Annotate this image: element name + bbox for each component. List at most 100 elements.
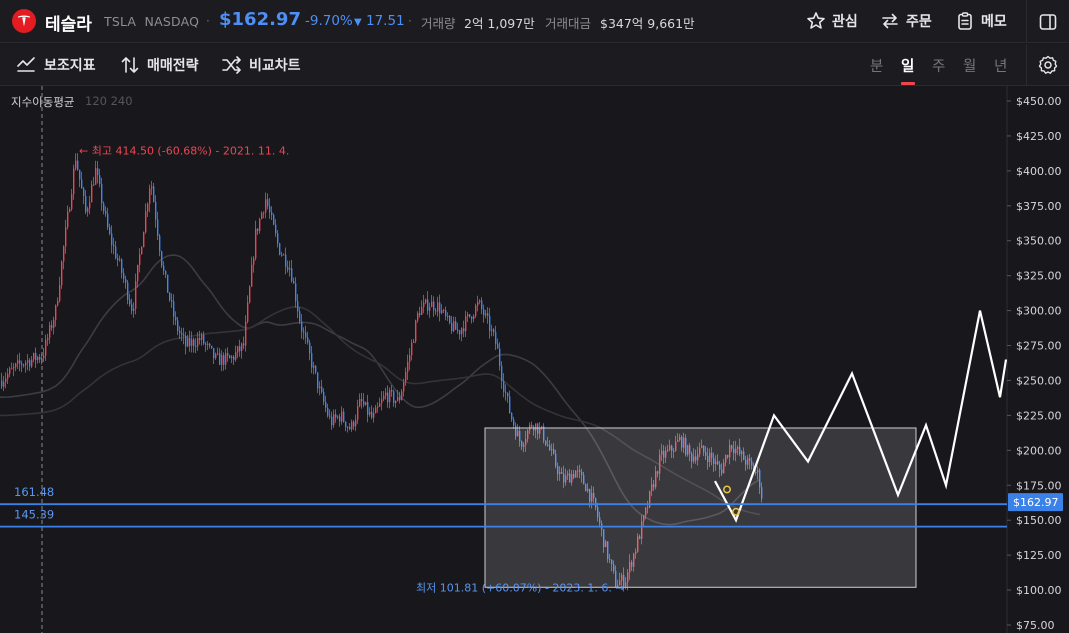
candle [379,403,381,407]
candle [227,353,229,356]
indicator-label[interactable]: 지수이동평균 [11,94,74,110]
candle [439,302,441,314]
candle [405,372,407,383]
candle [229,355,231,359]
chart-settings-button[interactable] [1026,44,1069,86]
candle [209,343,211,346]
candle [319,386,321,389]
candle [357,406,359,420]
candle [261,213,263,219]
current-price: $162.97 [219,9,301,30]
candle [443,310,445,312]
candle [509,396,511,413]
strategy-button[interactable]: 매매전략 [120,55,199,75]
candle [199,338,201,340]
tesla-logo-icon [12,9,36,33]
period-minute[interactable]: 분 [870,55,883,76]
candle [341,411,343,422]
candle [187,338,189,347]
candle [295,283,297,302]
candle [71,194,73,210]
candle [291,268,293,282]
candle [417,313,419,321]
candle [125,278,127,283]
candle [97,168,99,176]
candle [267,199,269,207]
watchlist-button[interactable]: 관심 [806,10,858,32]
candle [223,355,225,365]
sidebar-toggle-button[interactable] [1026,0,1069,43]
period-week[interactable]: 주 [932,55,945,76]
candle [127,282,129,300]
stock-ticker: TSLA NASDAQ [104,14,200,29]
order-button[interactable]: 주문 [880,10,932,32]
price-chart[interactable]: 161.48 145.39 ← 최고 414.50 (-60.68%) - 2021… [0,86,1069,633]
indicators-button[interactable]: 보조지표 [17,55,96,75]
amount-label: 거래대금 [545,16,592,31]
candle [467,314,469,317]
candle [205,343,207,345]
candle [383,395,385,400]
candle [299,311,301,322]
candle [371,411,373,418]
candle [83,188,85,196]
candle [149,188,151,204]
candle [143,232,145,248]
candle [485,313,487,316]
candle [429,307,431,311]
candle [19,360,21,364]
candle [103,203,105,211]
memo-button[interactable]: 메모 [955,10,1007,32]
candle [77,160,79,170]
candle [163,265,165,271]
candle [493,329,495,333]
candle [5,378,7,382]
candle [385,392,387,396]
candlestick-chart[interactable]: 161.48 145.39 ← 최고 414.50 (-60.68%) - 2021… [0,86,1069,633]
candle [179,330,181,333]
candle [15,363,17,367]
candle [29,360,31,367]
period-day[interactable]: 일 [901,55,914,76]
candle [75,160,77,169]
candle [293,281,295,284]
y-axis-tick-label: $175.00 [1016,479,1062,492]
candle [17,360,19,364]
candle [131,304,133,311]
candle [465,316,467,332]
candle [347,426,349,428]
y-axis-tick-label: $325.00 [1016,270,1062,283]
candle [321,386,323,393]
candle [531,424,533,427]
candle [201,334,203,340]
candle [325,402,327,408]
candle [175,316,177,321]
candle [93,184,95,186]
candle [479,300,481,302]
candle [501,365,503,382]
candle [453,321,455,331]
candle [511,412,513,420]
candle [137,264,139,282]
period-month[interactable]: 월 [963,55,976,76]
y-axis-tick-label: $75.00 [1016,619,1055,632]
candle [53,319,55,328]
candle [413,341,415,343]
candle [239,346,241,352]
candle [329,415,331,417]
change-absolute: ▼ 17.51 [354,13,405,29]
candle [13,367,15,369]
candle [395,400,397,403]
candle [425,299,427,303]
compare-button[interactable]: 비교차트 [222,55,301,75]
candle [23,364,25,366]
volume-label: 거래량 [421,16,456,31]
highlight-box[interactable] [484,427,917,588]
period-year[interactable]: 년 [994,55,1007,76]
candle [307,337,309,343]
y-axis-tick-label: $375.00 [1016,200,1062,213]
candle [157,219,159,236]
horizontal-line-1-label: 161.48 [14,485,54,499]
candle [107,213,109,228]
candle [449,316,451,323]
